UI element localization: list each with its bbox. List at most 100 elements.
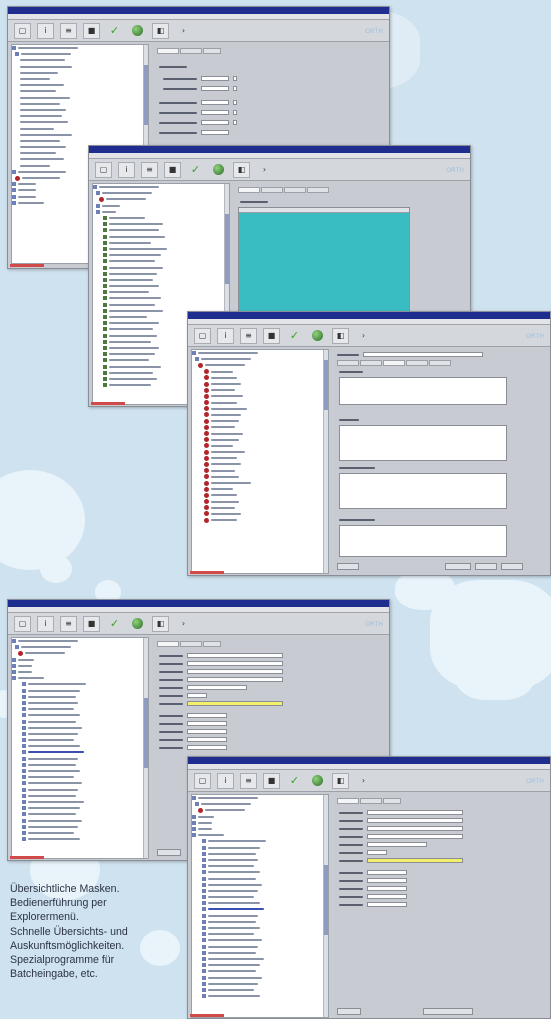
- check-icon[interactable]: ✓: [286, 773, 303, 789]
- caption-line: Bedienerführung per: [10, 897, 107, 910]
- toolbar: ▢ i ≡ ■ ✓ ◧ › ORTH: [8, 20, 389, 42]
- copy-icon[interactable]: ▢: [194, 327, 211, 344]
- caption-line: Schnelle Übersichts- und: [10, 925, 128, 938]
- brand-logo: ORTH: [446, 168, 464, 174]
- tab-details[interactable]: [180, 48, 202, 54]
- globe-icon[interactable]: [129, 23, 146, 39]
- explorer-tree[interactable]: [191, 349, 329, 574]
- tree-scrollbar[interactable]: [323, 795, 328, 1017]
- print-icon[interactable]: ■: [83, 615, 100, 632]
- status-indicator: [190, 571, 224, 574]
- tab-general[interactable]: [337, 798, 359, 804]
- camera-icon[interactable]: ◧: [332, 327, 349, 344]
- window-titlebar: [8, 7, 389, 14]
- copy-icon[interactable]: ▢: [14, 22, 31, 39]
- arrow-icon[interactable]: ›: [355, 773, 372, 789]
- entries-table-2[interactable]: [339, 425, 507, 461]
- toolbar: ▢ i ≡ ■ ✓ ◧ › ORTH: [8, 613, 389, 635]
- detail-panel: [333, 794, 549, 1018]
- status-indicator: [91, 402, 125, 405]
- action-button-2[interactable]: [423, 1008, 473, 1015]
- action-button-4[interactable]: [501, 563, 523, 570]
- info-icon[interactable]: i: [118, 161, 135, 178]
- globe-icon[interactable]: [129, 616, 146, 632]
- tree-row[interactable]: [192, 517, 328, 523]
- settings-icon[interactable]: ≡: [60, 615, 77, 632]
- print-icon[interactable]: ■: [263, 772, 280, 789]
- settings-icon[interactable]: ≡: [240, 327, 257, 344]
- tab-details[interactable]: [360, 360, 382, 366]
- window-titlebar: [188, 757, 550, 764]
- arrow-icon[interactable]: ›: [175, 616, 192, 632]
- brand-logo: ORTH: [365, 29, 383, 35]
- action-button-2[interactable]: [445, 563, 471, 570]
- arrow-icon[interactable]: ›: [256, 162, 273, 178]
- brand-logo: ORTH: [365, 622, 383, 628]
- entries-table-1[interactable]: [339, 377, 507, 405]
- tab-details[interactable]: [360, 798, 382, 804]
- globe-icon[interactable]: [309, 328, 326, 344]
- tab-more[interactable]: [307, 187, 329, 193]
- caption-line: Batcheingabe, etc.: [10, 968, 98, 981]
- camera-icon[interactable]: ◧: [332, 772, 349, 789]
- status-indicator: [10, 264, 44, 267]
- info-icon[interactable]: i: [217, 327, 234, 344]
- action-button-1[interactable]: [157, 849, 181, 856]
- action-button-1[interactable]: [337, 1008, 361, 1015]
- tab-general[interactable]: [157, 48, 179, 54]
- tree-row[interactable]: [192, 993, 328, 999]
- entries-table-3[interactable]: [339, 473, 507, 509]
- tab-general[interactable]: [157, 641, 179, 647]
- tab-more[interactable]: [203, 48, 221, 54]
- window-titlebar: [8, 600, 389, 607]
- detail-panel: [153, 44, 386, 144]
- action-button-3[interactable]: [475, 563, 497, 570]
- settings-icon[interactable]: ≡: [60, 22, 77, 39]
- print-icon[interactable]: ■: [263, 327, 280, 344]
- info-icon[interactable]: i: [37, 22, 54, 39]
- window-titlebar: [188, 312, 550, 319]
- arrow-icon[interactable]: ›: [175, 23, 192, 39]
- settings-icon[interactable]: ≡: [240, 772, 257, 789]
- camera-icon[interactable]: ◧: [152, 22, 169, 39]
- explorer-tree[interactable]: [191, 794, 329, 1018]
- arrow-icon[interactable]: ›: [355, 328, 372, 344]
- status-indicator: [190, 1014, 224, 1017]
- copy-icon[interactable]: ▢: [95, 161, 112, 178]
- globe-icon[interactable]: [309, 773, 326, 789]
- tab-more[interactable]: [429, 360, 451, 366]
- app-window-5: ▢ i ≡ ■ ✓ ◧ › ORTH: [187, 756, 551, 1019]
- camera-icon[interactable]: ◧: [233, 161, 250, 178]
- print-icon[interactable]: ■: [164, 161, 181, 178]
- check-icon[interactable]: ✓: [286, 328, 303, 344]
- settings-icon[interactable]: ≡: [141, 161, 158, 178]
- explorer-tree[interactable]: [11, 637, 149, 859]
- tab-general[interactable]: [238, 187, 260, 193]
- tab-overview[interactable]: [284, 187, 306, 193]
- action-button-1[interactable]: [337, 563, 359, 570]
- tab-more[interactable]: [383, 798, 401, 804]
- tab-overview[interactable]: [406, 360, 428, 366]
- tab-general[interactable]: [337, 360, 359, 366]
- tree-scrollbar[interactable]: [323, 350, 328, 573]
- print-icon[interactable]: ■: [83, 22, 100, 39]
- check-icon[interactable]: ✓: [106, 23, 123, 39]
- tab-entries[interactable]: [383, 360, 405, 366]
- tab-details[interactable]: [261, 187, 283, 193]
- tab-more[interactable]: [203, 641, 221, 647]
- camera-icon[interactable]: ◧: [152, 615, 169, 632]
- tree-scrollbar[interactable]: [143, 638, 148, 858]
- window-titlebar: [89, 146, 470, 153]
- copy-icon[interactable]: ▢: [194, 772, 211, 789]
- feature-caption: Übersichtliche Masken. Bedienerführung p…: [10, 882, 188, 981]
- tree-row[interactable]: [12, 836, 148, 842]
- info-icon[interactable]: i: [217, 772, 234, 789]
- info-icon[interactable]: i: [37, 615, 54, 632]
- caption-line: Explorermenü.: [10, 911, 79, 924]
- check-icon[interactable]: ✓: [106, 616, 123, 632]
- check-icon[interactable]: ✓: [187, 162, 204, 178]
- globe-icon[interactable]: [210, 162, 227, 178]
- tab-details[interactable]: [180, 641, 202, 647]
- entries-table-4[interactable]: [339, 525, 507, 557]
- copy-icon[interactable]: ▢: [14, 615, 31, 632]
